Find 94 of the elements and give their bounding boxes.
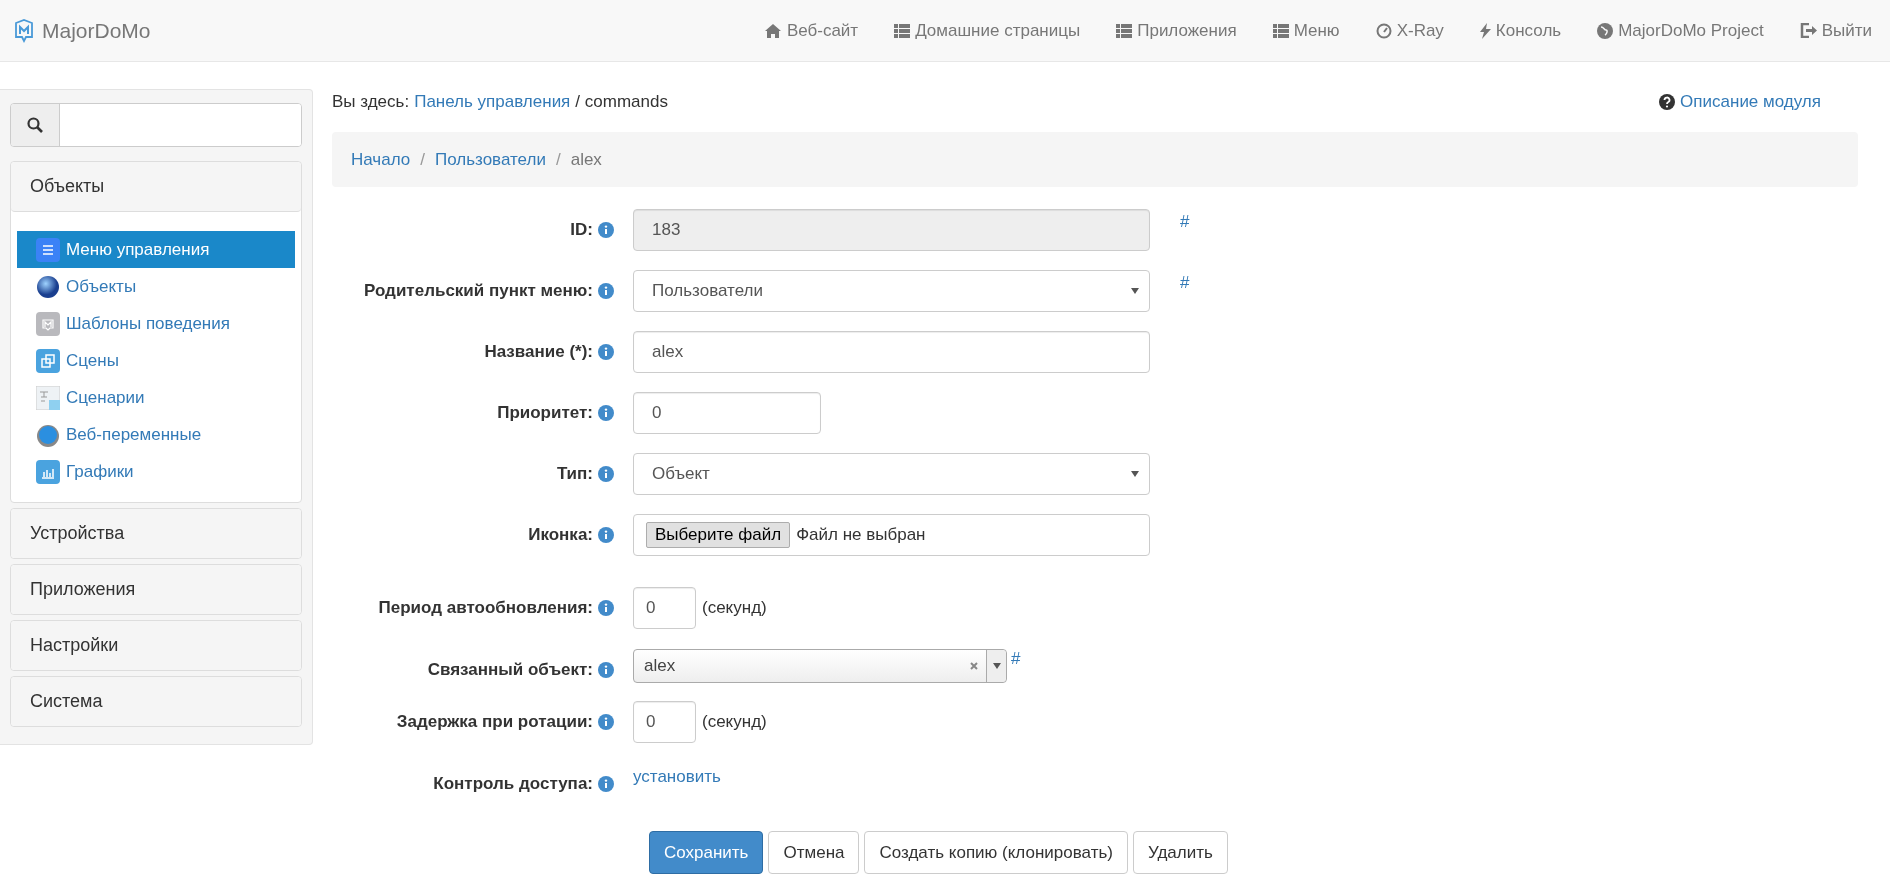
accordion-header[interactable]: Настройки (11, 621, 301, 670)
location-current: / commands (575, 92, 668, 112)
logout-icon (1799, 23, 1817, 38)
sidebar-item[interactable]: Графики (17, 453, 295, 490)
select-dropdown[interactable]: Объект (633, 453, 1150, 495)
logo-icon (14, 18, 34, 43)
field-label: Иконка: (528, 525, 593, 545)
hash-link[interactable]: # (1150, 209, 1858, 232)
brand-link[interactable]: MajorDoMo (14, 18, 151, 43)
number-field[interactable]: 0 (633, 701, 696, 743)
list-icon (1116, 23, 1133, 38)
info-icon (598, 466, 614, 482)
breadcrumb-separator: / (420, 149, 425, 170)
list-icon (894, 23, 911, 38)
unit-text: (секунд) (702, 598, 767, 618)
info-icon (598, 776, 614, 792)
form-button[interactable]: Создать копию (клонировать) (864, 831, 1128, 874)
sidebar-item[interactable]: Объекты (17, 268, 295, 305)
field-label: Название (*): (484, 342, 593, 362)
nav-link[interactable]: Меню (1254, 20, 1358, 41)
nav-link[interactable]: X-Ray (1357, 20, 1462, 41)
globe-icon (1597, 22, 1614, 39)
set-link[interactable]: установить (633, 763, 721, 787)
sidebar-item[interactable]: Меню управления (17, 231, 295, 268)
info-icon (598, 283, 614, 299)
choose-file-button[interactable]: Выберите файл (646, 522, 791, 548)
sidebar-item[interactable]: Веб-переменные (17, 416, 295, 453)
list-icon (1272, 23, 1289, 38)
chart-icon (36, 459, 60, 484)
breadcrumb-link[interactable]: Начало (351, 149, 411, 170)
brand-name: MajorDoMo (42, 18, 151, 43)
help-icon (1659, 94, 1676, 110)
bolt-icon (1479, 22, 1491, 39)
sidebar-item[interactable]: Шаблоны поведения (17, 305, 295, 342)
field-label: Приоритет: (497, 403, 593, 423)
unit-text: (секунд) (702, 712, 767, 732)
nav-link[interactable]: Домашние страницы (876, 20, 1099, 41)
form-button[interactable]: Удалить (1132, 831, 1228, 874)
caret-icon (992, 663, 1001, 669)
nav-link[interactable]: MajorDoMo Project (1579, 20, 1782, 41)
info-icon (598, 344, 614, 360)
info-icon (598, 662, 614, 678)
field-label: Контроль доступа: (433, 774, 593, 794)
sidebar-item[interactable]: Сцены (17, 342, 295, 379)
search-field[interactable] (10, 103, 302, 147)
info-icon (598, 405, 614, 421)
number-field[interactable]: 0 (633, 587, 696, 629)
accordion-header[interactable]: Приложения (11, 565, 301, 614)
field-label: Период автообновления: (378, 598, 593, 618)
hash-link[interactable]: # (1011, 649, 1021, 669)
accordion-header[interactable]: Объекты (11, 162, 301, 212)
form-button[interactable]: Сохранить (649, 831, 764, 874)
file-status-text: Файл не выбран (796, 525, 926, 545)
field-label: Родительский пункт меню: (364, 281, 593, 301)
nav-link[interactable]: Веб-сайт (745, 20, 877, 41)
field-label: Связанный объект: (427, 660, 593, 680)
clear-icon (970, 662, 978, 670)
module-help-link[interactable]: Описание модуля (1659, 92, 1821, 112)
field-label: ID: (570, 220, 593, 240)
info-icon (598, 714, 614, 730)
windows-icon (36, 348, 60, 373)
accordion-header[interactable]: Устройства (11, 509, 301, 558)
text-field[interactable]: alex (633, 331, 1150, 373)
number-field[interactable]: 0 (633, 392, 821, 434)
form-button[interactable]: Отмена (768, 831, 860, 874)
sphere-icon (36, 274, 60, 299)
sidebar-item[interactable]: Сценарии (17, 379, 295, 416)
menu-icon (36, 237, 60, 262)
breadcrumb-link[interactable]: Пользователи (434, 149, 546, 170)
id-field[interactable]: 183 (633, 209, 1150, 251)
hash-link[interactable]: # (1150, 270, 1858, 293)
combo-select[interactable]: alex (633, 649, 1007, 683)
select-dropdown[interactable]: Пользователи (633, 270, 1150, 312)
gauge-icon (1375, 22, 1392, 39)
accordion-header[interactable]: Система (11, 677, 301, 726)
breadcrumb-separator: / (555, 149, 561, 170)
nav-link[interactable]: Приложения (1098, 20, 1255, 41)
search-icon (27, 117, 43, 133)
info-icon (598, 527, 614, 543)
nav-link[interactable]: Консоль (1461, 20, 1580, 41)
location-prefix: Вы здесь: (332, 92, 410, 112)
caret-icon (1131, 471, 1139, 477)
nav-link[interactable]: Выйти (1781, 20, 1876, 41)
m-logo-icon (36, 311, 60, 336)
diagram-icon (36, 385, 60, 410)
breadcrumb-link[interactable]: Панель управления (414, 92, 571, 112)
info-icon (598, 222, 614, 238)
globe-gear-icon (36, 422, 60, 447)
breadcrumb-current: alex (570, 149, 602, 170)
home-icon (763, 22, 782, 39)
field-label: Задержка при ротации: (396, 712, 593, 732)
caret-icon (1131, 288, 1139, 294)
field-label: Тип: (556, 464, 593, 484)
info-icon (598, 600, 614, 616)
